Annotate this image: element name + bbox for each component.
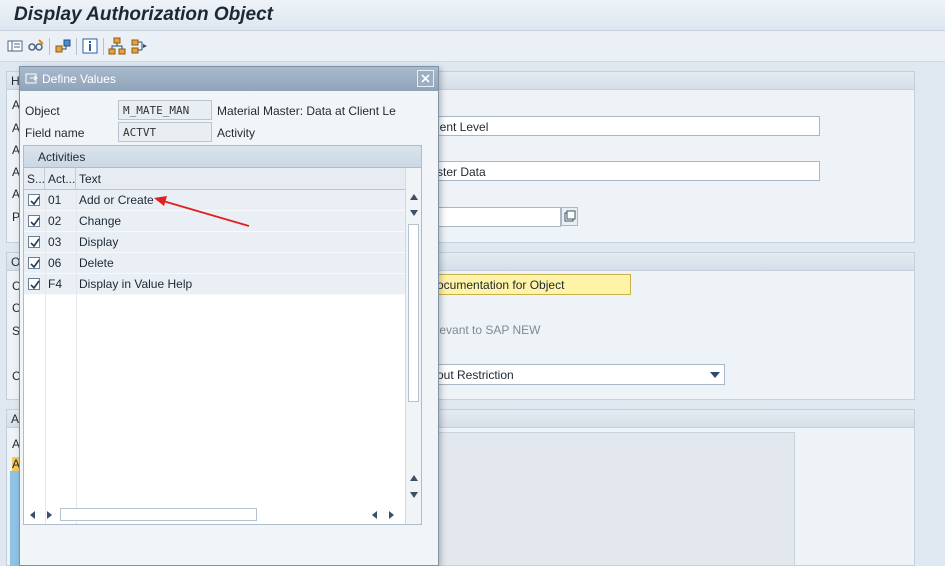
- dropdown-value: out Restriction: [437, 368, 514, 382]
- table-row[interactable]: F4 Display in Value Help: [24, 274, 405, 295]
- field-name-description: Activity: [217, 126, 256, 140]
- activity-text: Add or Create: [79, 193, 154, 207]
- horizontal-scrollbar[interactable]: [23, 507, 404, 523]
- activity-code: 03: [48, 235, 62, 249]
- row-checkbox[interactable]: [28, 194, 40, 206]
- restriction-dropdown[interactable]: out Restriction: [430, 364, 725, 385]
- scroll-right-icon[interactable]: [389, 511, 394, 519]
- scroll-left-icon[interactable]: [30, 511, 35, 519]
- activity-code: 06: [48, 256, 62, 270]
- field-name-field[interactable]: ACTVT: [118, 122, 212, 142]
- row-checkbox[interactable]: [28, 236, 40, 248]
- fields-grid: [430, 432, 795, 566]
- column-divider: [76, 190, 77, 524]
- client-level-field[interactable]: ient Level: [430, 116, 820, 136]
- master-data-field[interactable]: ster Data: [430, 161, 820, 181]
- activity-text: Display: [79, 235, 119, 249]
- activity-code: 02: [48, 214, 62, 228]
- sap-new-text: elevant to SAP NEW: [430, 323, 541, 337]
- field-name-label: Field name: [25, 126, 85, 140]
- column-header-activity[interactable]: Act...: [45, 168, 76, 190]
- documentation-button[interactable]: ocumentation for Object: [430, 274, 631, 295]
- activity-code: 01: [48, 193, 62, 207]
- column-header-text[interactable]: Text: [76, 168, 405, 190]
- glasses-edit-icon[interactable]: [27, 37, 45, 55]
- column-header-selected[interactable]: S...: [24, 168, 45, 190]
- vertical-scrollbar[interactable]: [405, 168, 421, 524]
- scroll-down-icon[interactable]: [410, 492, 418, 498]
- toolbar-separator: [49, 38, 50, 55]
- info-icon[interactable]: [81, 37, 99, 55]
- row-checkbox[interactable]: [28, 278, 40, 290]
- scroll-right-icon[interactable]: [47, 511, 52, 519]
- object-label: Object: [25, 104, 60, 118]
- object-hierarchy-icon[interactable]: [54, 37, 72, 55]
- close-icon[interactable]: [417, 70, 434, 87]
- value-help-icon[interactable]: [561, 207, 578, 226]
- table-row[interactable]: 06 Delete: [24, 253, 405, 274]
- display-list-icon[interactable]: [6, 37, 24, 55]
- row-checkbox[interactable]: [28, 215, 40, 227]
- activities-table: Activities S... Act... Text 01 Add or Cr…: [23, 145, 422, 525]
- toolbar-separator: [103, 38, 104, 55]
- activity-text: Display in Value Help: [79, 277, 193, 291]
- table-title: Activities: [24, 146, 421, 168]
- activity-code: F4: [48, 277, 63, 291]
- object-field[interactable]: M_MATE_MAN: [118, 100, 212, 120]
- title-bar: Display Authorization Object: [0, 0, 945, 31]
- dialog-title: Define Values: [42, 72, 116, 86]
- scroll-thumb[interactable]: [408, 224, 419, 402]
- tree-structure-icon[interactable]: [108, 37, 126, 55]
- table-header: S... Act... Text: [24, 168, 405, 190]
- dialog-window-icon: [25, 72, 38, 85]
- table-row[interactable]: 02 Change: [24, 211, 405, 232]
- page-title: Display Authorization Object: [14, 4, 273, 25]
- scroll-down-icon[interactable]: [410, 210, 418, 216]
- toolbar-separator: [76, 38, 77, 55]
- scroll-up-icon[interactable]: [410, 194, 418, 200]
- row-checkbox[interactable]: [28, 257, 40, 269]
- activity-text: Change: [79, 214, 122, 228]
- panel-title: A: [11, 412, 20, 426]
- table-row[interactable]: 03 Display: [24, 232, 405, 253]
- activity-text: Delete: [79, 256, 114, 270]
- define-values-dialog: Define Values Object M_MATE_MAN Material…: [19, 66, 439, 566]
- object-description: Material Master: Data at Client Le: [217, 104, 396, 118]
- navigate-structure-icon[interactable]: [131, 37, 149, 55]
- scroll-up-icon[interactable]: [410, 475, 418, 481]
- toolbar: [0, 31, 945, 62]
- scroll-thumb[interactable]: [60, 508, 257, 521]
- package-field[interactable]: [430, 207, 561, 227]
- chevron-down-icon[interactable]: [710, 372, 720, 378]
- table-row[interactable]: 01 Add or Create: [24, 190, 405, 211]
- column-divider: [45, 190, 46, 524]
- dialog-title-bar: Define Values: [20, 67, 438, 91]
- scroll-left-icon[interactable]: [372, 511, 377, 519]
